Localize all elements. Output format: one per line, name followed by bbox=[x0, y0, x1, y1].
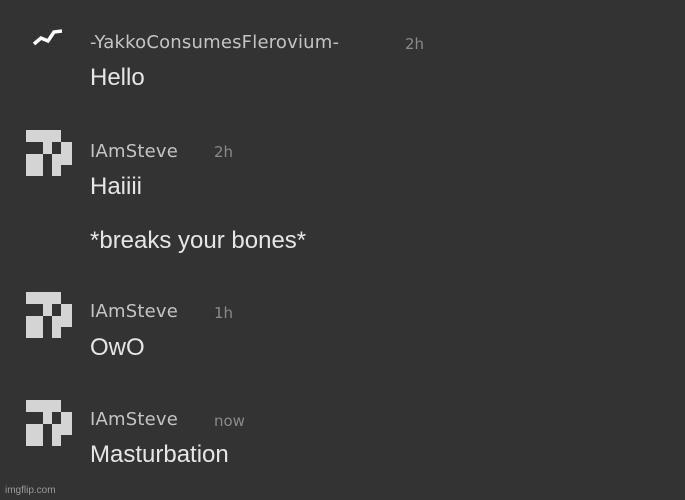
username[interactable]: -YakkoConsumesFlerovium- bbox=[90, 32, 339, 53]
username[interactable]: IAmSteve bbox=[90, 409, 178, 430]
timestamp: now bbox=[214, 412, 245, 430]
message-text: OwO bbox=[90, 334, 145, 361]
lightning-icon[interactable] bbox=[30, 22, 66, 52]
timestamp: 2h bbox=[405, 35, 425, 53]
username[interactable]: IAmSteve bbox=[90, 301, 178, 322]
blocky-avatar-icon[interactable] bbox=[26, 130, 72, 176]
timestamp: 1h bbox=[214, 304, 234, 322]
message-text: *breaks your bones* bbox=[90, 227, 307, 254]
blocky-avatar-icon[interactable] bbox=[26, 292, 72, 338]
message-text: Hello bbox=[90, 64, 145, 91]
message-text: Haiiii bbox=[90, 173, 143, 200]
watermark: imgflip.com bbox=[5, 485, 56, 496]
timestamp: 2h bbox=[214, 143, 234, 161]
username[interactable]: IAmSteve bbox=[90, 141, 178, 162]
blocky-avatar-icon[interactable] bbox=[26, 400, 72, 446]
message-text: Masturbation bbox=[90, 441, 229, 468]
